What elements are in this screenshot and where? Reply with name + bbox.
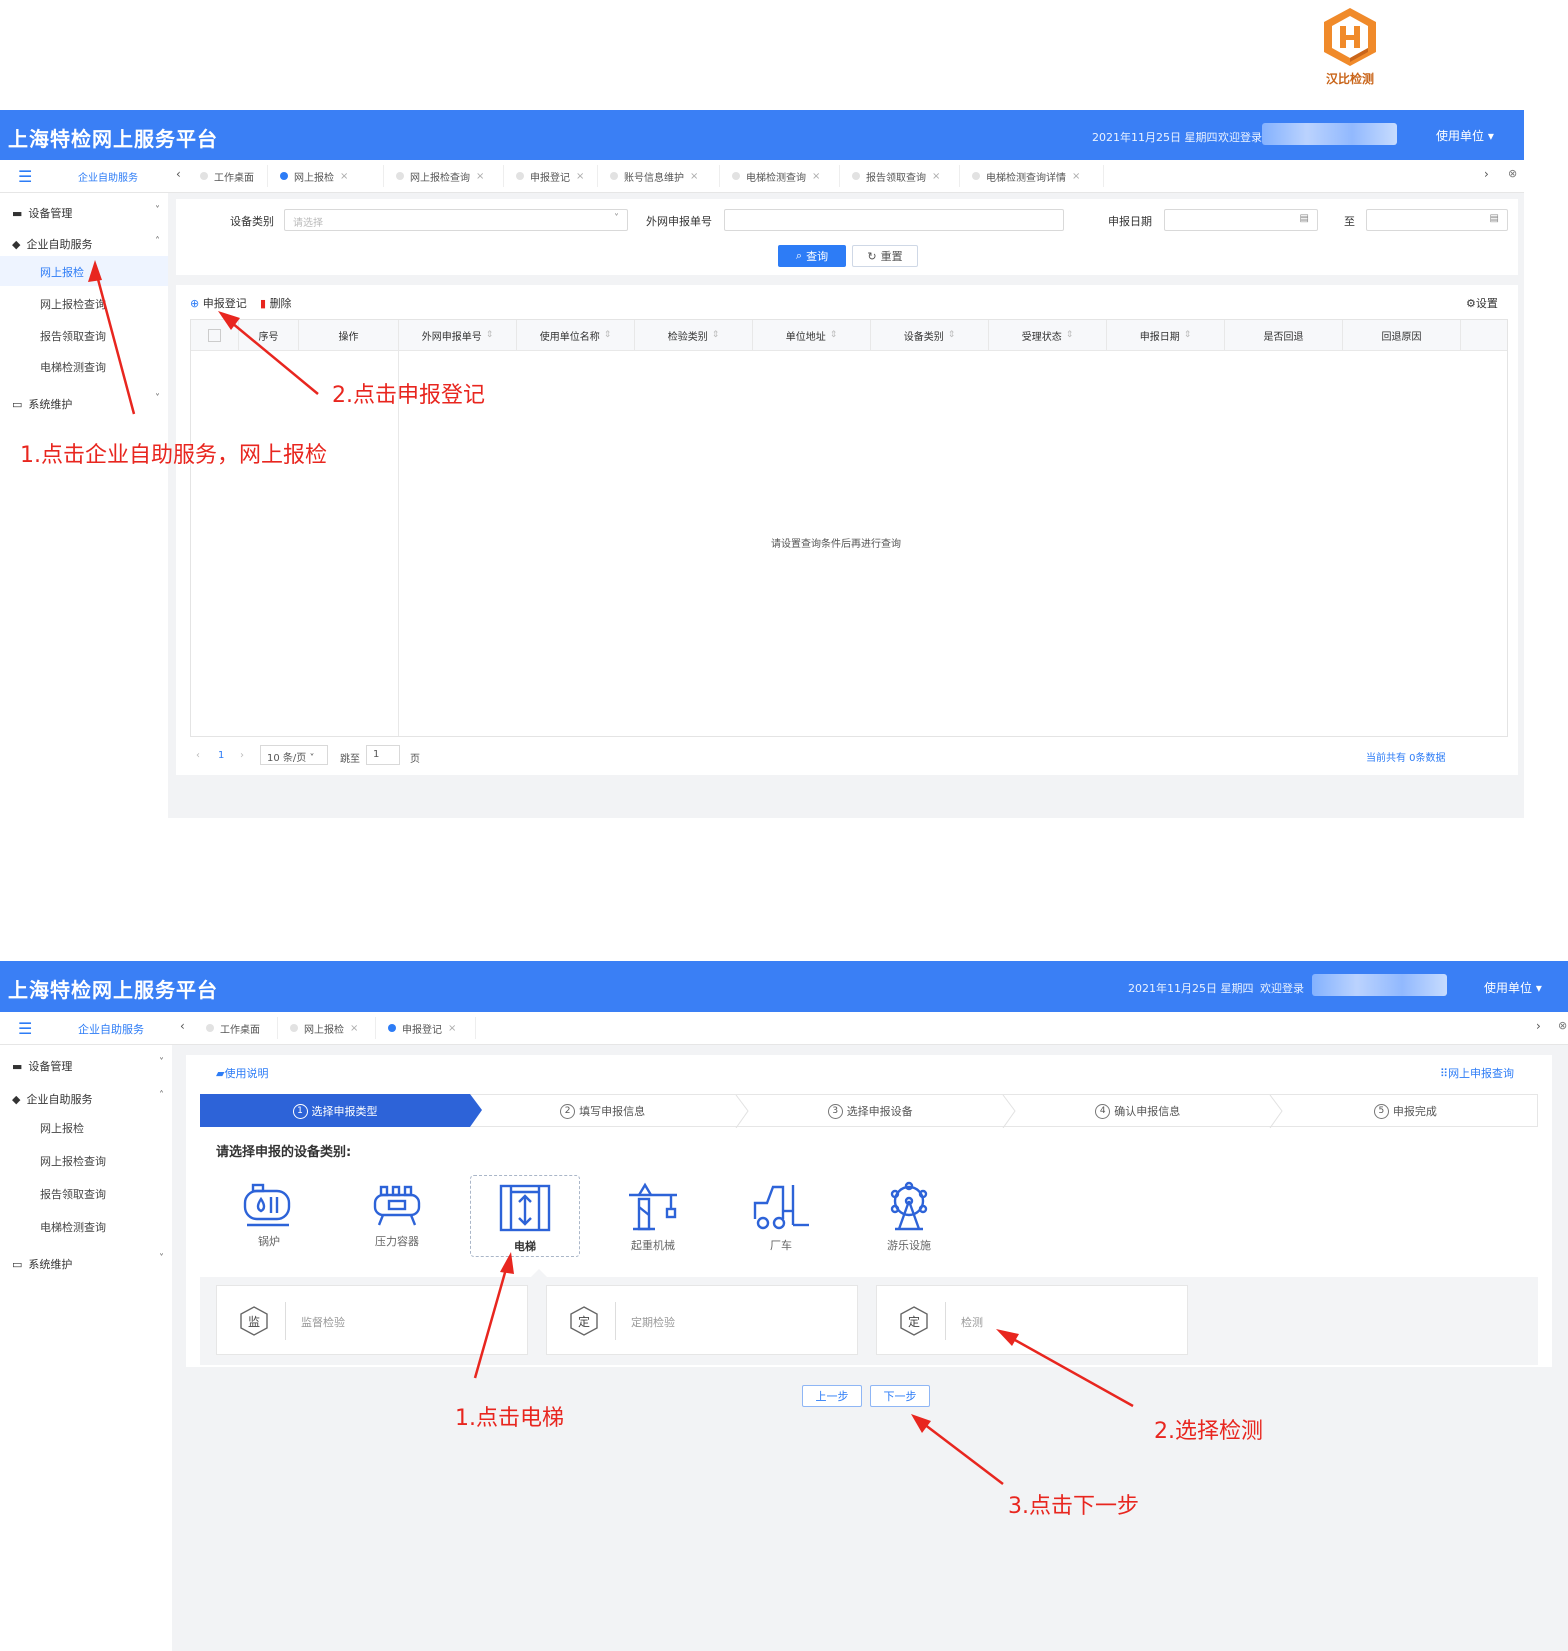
arrowhead-icon: [911, 1414, 931, 1433]
arrow-line-elevator: [473, 1261, 510, 1379]
arrowhead-icon: [996, 1329, 1019, 1346]
arrowhead-icon: [500, 1252, 514, 1274]
arrow-line-testing: [1005, 1333, 1134, 1408]
annotation-arrows-2: [473, 1252, 1134, 1485]
arrow-line-next: [919, 1420, 1004, 1485]
